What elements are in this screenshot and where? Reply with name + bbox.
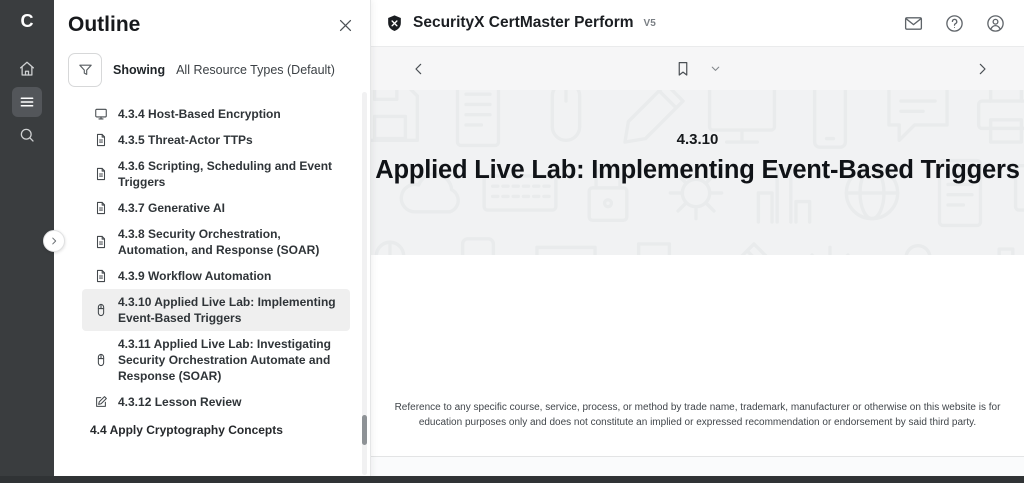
envelope-icon: [903, 13, 924, 34]
gear-doodle-icon: [789, 232, 871, 255]
filter-row: Showing All Resource Types (Default): [68, 53, 370, 87]
outline-item[interactable]: 4.3.5 Threat-Actor TTPs: [82, 127, 350, 153]
app-window: C Outline: [0, 0, 1024, 483]
outline-header: Outline: [54, 0, 370, 37]
menu-icon: [18, 93, 36, 111]
outline-item[interactable]: 4.3.12 Lesson Review: [82, 389, 350, 415]
lock-doodle-icon: [877, 232, 959, 255]
outline-item-label: 4.3.5 Threat-Actor TTPs: [118, 132, 338, 148]
messages-button[interactable]: [901, 11, 926, 36]
printer-doodle-icon: [965, 90, 1024, 154]
user-icon: [985, 13, 1006, 34]
outline-item-label: 4.3.11 Applied Live Lab: Investigating S…: [118, 336, 338, 384]
outline-item-label: 4.3.12 Lesson Review: [118, 394, 338, 410]
filter-value: All Resource Types (Default): [176, 63, 335, 77]
mouse-icon: [94, 353, 108, 367]
outline-item[interactable]: 4.3.4 Host-Based Encryption: [82, 101, 350, 127]
outline-item[interactable]: 4.3.10 Applied Live Lab: Implementing Ev…: [82, 289, 350, 331]
help-button[interactable]: [942, 11, 967, 36]
document-icon: [94, 201, 108, 215]
product-name: SecurityX CertMaster Perform: [413, 14, 634, 32]
mouse-doodle-icon: [371, 232, 431, 255]
close-icon: [337, 17, 354, 34]
outline-item-label: 4.3.6 Scripting, Scheduling and Event Tr…: [118, 158, 338, 190]
shield-logo-icon: [385, 14, 404, 33]
outline-panel: Outline Showing All Resource Types (Defa…: [54, 0, 371, 483]
bottom-bar: [0, 476, 1024, 483]
lesson-number: 4.3.10: [677, 131, 719, 148]
bookmark-menu-button[interactable]: [707, 60, 724, 77]
outline-title: Outline: [68, 13, 140, 37]
lesson-banner: 4.3.10 Applied Live Lab: Implementing Ev…: [371, 90, 1024, 255]
sidebar-outline-button[interactable]: [12, 87, 42, 117]
search-icon: [18, 126, 36, 144]
monitor-icon: [94, 107, 108, 121]
outline-item[interactable]: 4.3.7 Generative AI: [82, 195, 350, 221]
outline-item-label: 4.3.9 Workflow Automation: [118, 268, 338, 284]
outline-item[interactable]: 4.3.9 Workflow Automation: [82, 263, 350, 289]
help-icon: [944, 13, 965, 34]
floppy-doodle-icon: [371, 90, 431, 154]
chart-doodle-icon: [965, 232, 1024, 255]
mouse-doodle-icon: [525, 90, 607, 154]
outline-item-label: 4.3.10 Applied Live Lab: Implementing Ev…: [118, 294, 338, 326]
document-icon: [94, 269, 108, 283]
collapse-outline-button[interactable]: [43, 230, 65, 252]
header-actions: [901, 11, 1008, 36]
outline-item[interactable]: 4.3.6 Scripting, Scheduling and Event Tr…: [82, 153, 350, 195]
previous-lesson-button[interactable]: [407, 57, 431, 81]
main-content: SecurityX CertMaster Perform V5: [371, 0, 1024, 483]
outline-scrollbar-thumb[interactable]: [362, 415, 367, 445]
close-outline-button[interactable]: [337, 17, 354, 34]
printer-doodle-icon: [613, 232, 695, 255]
showing-label: Showing: [113, 63, 165, 77]
mouse-icon: [94, 303, 108, 317]
document-icon: [94, 133, 108, 147]
filter-funnel-icon: [77, 62, 94, 79]
bookmark-group: [672, 58, 724, 80]
filter-button[interactable]: [68, 53, 102, 87]
phone-doodle-icon: [437, 232, 519, 255]
product-brand: SecurityX CertMaster Perform V5: [385, 14, 656, 33]
chat-doodle-icon: [877, 90, 959, 154]
chevron-right-icon: [974, 61, 990, 77]
account-button[interactable]: [983, 11, 1008, 36]
outline-scrollbar-track: [362, 92, 367, 475]
lesson-toolbar: [371, 47, 1024, 90]
disclaimer-text: Reference to any specific course, servic…: [386, 401, 1010, 430]
chevron-down-icon: [709, 62, 722, 75]
product-header: SecurityX CertMaster Perform V5: [371, 0, 1024, 47]
pencil-doodle-icon: [701, 232, 783, 255]
product-version: V5: [644, 18, 656, 29]
chat-doodle-icon: [525, 232, 607, 255]
outline-item[interactable]: 4.3.8 Security Orchestration, Automation…: [82, 221, 350, 263]
outline-list: 4.3.4 Host-Based Encryption 4.3.5 Threat-…: [54, 101, 370, 415]
sidebar-search-button[interactable]: [12, 120, 42, 150]
outline-item-label: 4.3.8 Security Orchestration, Automation…: [118, 226, 338, 258]
phone-doodle-icon: [789, 90, 871, 154]
sidebar-home-button[interactable]: [12, 54, 42, 84]
outline-item[interactable]: 4.3.11 Applied Live Lab: Investigating S…: [82, 331, 350, 389]
sidebar-nav: [12, 54, 42, 150]
outline-next-section: 4.4 Apply Cryptography Concepts: [90, 423, 370, 437]
bookmark-icon: [674, 60, 692, 78]
lesson-body: Reference to any specific course, servic…: [371, 255, 1024, 456]
app-logo: C: [21, 11, 34, 32]
bookmark-button[interactable]: [672, 58, 694, 80]
chevron-left-icon: [411, 61, 427, 77]
home-icon: [18, 60, 36, 78]
document-icon: [94, 167, 108, 181]
doc-doodle-icon: [437, 90, 519, 154]
outline-item-label: 4.3.4 Host-Based Encryption: [118, 106, 338, 122]
outline-item-label: 4.3.7 Generative AI: [118, 200, 338, 216]
lesson-title: Applied Live Lab: Implementing Event-Bas…: [375, 156, 1019, 185]
chevron-right-icon: [49, 236, 59, 246]
document-icon: [94, 235, 108, 249]
edit-icon: [94, 395, 108, 409]
next-lesson-button[interactable]: [970, 57, 994, 81]
